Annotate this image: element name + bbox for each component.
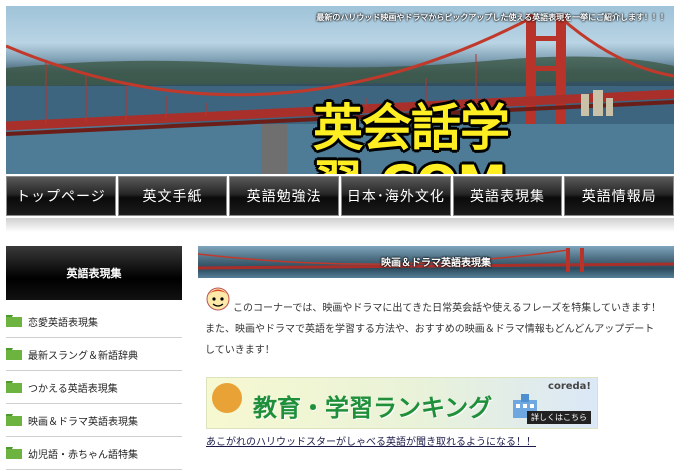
- ranking-banner[interactable]: 教育・学習ランキング coreda! 詳しくはこちら: [206, 377, 598, 429]
- header-tagline: 最新のハリウッド映画やドラマからピックアップした使える英語表現を一挙にご紹介しま…: [316, 13, 668, 22]
- nav-item-letters[interactable]: 英文手紙: [117, 176, 228, 216]
- sidebar-item-love[interactable]: 恋愛英語表現集: [6, 305, 182, 338]
- sidebar-item-label: 恋愛英語表現集: [28, 317, 98, 329]
- main-nav: トップページ 英文手紙 英語勉強法 日本･海外文化 英語表現集 英語情報局: [6, 176, 675, 218]
- intro-line-2: また、映画やドラマで英語を学習する方法や、おすすめの映画＆ドラマ情報もどんどんア…: [205, 324, 655, 335]
- sidebar-list: 恋愛英語表現集 最新スラング＆新語辞典 つかえる英語表現集 映画＆ドラマ英語表現…: [6, 305, 182, 470]
- nav-item-study[interactable]: 英語勉強法: [229, 176, 340, 216]
- folder-icon: [6, 348, 22, 360]
- sidebar-item-label: 幼児語・赤ちゃん語特集: [28, 449, 138, 461]
- folder-icon: [6, 447, 22, 459]
- hollywood-english-link[interactable]: あこがれのハリウッドスターがしゃべる英語が聞き取れるようになる！！: [206, 433, 536, 448]
- sidebar-item-baby-talk[interactable]: 幼児語・赤ちゃん語特集: [6, 437, 182, 470]
- sidebar-item-movie-drama[interactable]: 映画＆ドラマ英語表現集: [6, 404, 182, 437]
- folder-icon: [6, 381, 22, 393]
- sidebar-item-useful[interactable]: つかえる英語表現集: [6, 371, 182, 404]
- intro-line-1: このコーナーでは、映画やドラマに出てきた日常英会話や使えるフレーズを特集していき…: [233, 303, 661, 314]
- sidebar-item-slang[interactable]: 最新スラング＆新語辞典: [6, 338, 182, 371]
- section-title: 映画＆ドラマ英語表現集: [381, 258, 491, 269]
- ranking-title: 教育・学習ランキング: [253, 394, 493, 422]
- sidebar-item-label: 映画＆ドラマ英語表現集: [28, 416, 138, 428]
- intro-text: このコーナーでは、映画やドラマに出てきた日常英会話や使えるフレーズを特集していき…: [205, 287, 675, 361]
- sidebar-item-label: 最新スラング＆新語辞典: [28, 350, 138, 362]
- sidebar-title: 英語表現集: [6, 246, 182, 300]
- site-logo[interactable]: 英会話学習.COM: [313, 100, 674, 174]
- nav-reflection: [6, 218, 674, 232]
- section-banner: 映画＆ドラマ英語表現集: [198, 246, 674, 278]
- nav-item-expressions[interactable]: 英語表現集: [452, 176, 563, 216]
- intro-line-3: していきます！: [205, 345, 275, 356]
- header-banner: 最新のハリウッド映画やドラマからピックアップした使える英語表現を一挙にご紹介しま…: [6, 6, 674, 174]
- nav-item-culture[interactable]: 日本･海外文化: [341, 176, 451, 216]
- folder-icon: [6, 315, 22, 327]
- ranking-more-button[interactable]: 詳しくはこちら: [527, 411, 591, 424]
- sidebar-item-label: つかえる英語表現集: [28, 383, 118, 395]
- education-icon: [212, 383, 242, 413]
- nav-item-top[interactable]: トップページ: [6, 176, 116, 216]
- ranking-brand: coreda!: [548, 381, 591, 392]
- nav-item-info[interactable]: 英語情報局: [564, 176, 675, 216]
- folder-icon: [6, 414, 22, 426]
